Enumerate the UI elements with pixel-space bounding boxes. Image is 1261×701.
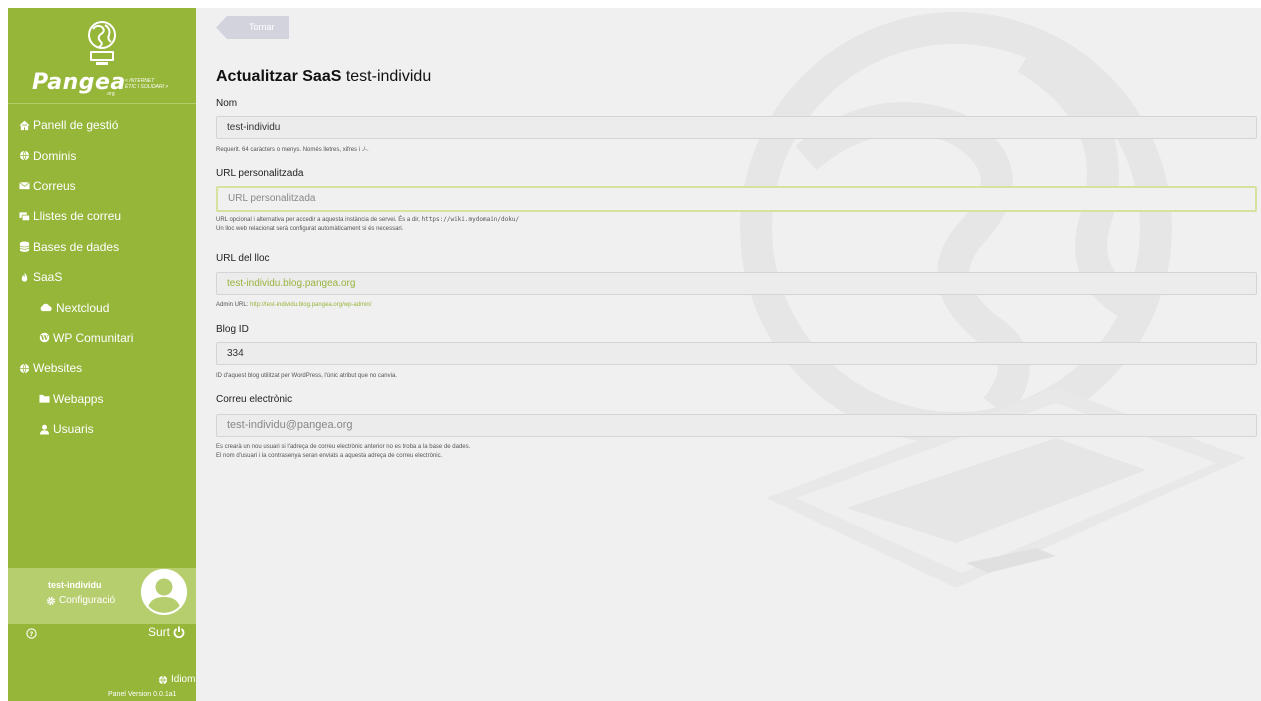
sidebar-item-usuaris[interactable]: Usuaris (8, 414, 196, 444)
back-button[interactable]: Tornar (216, 16, 289, 39)
sidebar-item-wp-comunitari[interactable]: W WP Comunitari (8, 323, 196, 353)
pangea-logo[interactable]: Pangea .org < INTERNET ÈTIC I SOLIDARI > (8, 8, 196, 98)
cloud-icon (40, 303, 52, 312)
email-help-line-2: El nom d'usuari i la contrasenya seran e… (216, 453, 443, 459)
sidebar-item-correus[interactable]: Correus (8, 171, 196, 201)
page-title-object: test-individu (341, 68, 432, 85)
sidebar-item-bases[interactable]: Bases de dades (8, 232, 196, 262)
fire-icon (21, 272, 28, 282)
sidebar-item-label: Correus (33, 178, 76, 193)
site-url-label: URL del lloc (216, 253, 270, 264)
sidebar-item-panell[interactable]: Panell de gestió (8, 110, 196, 140)
admin-url-prefix: Admin URL: (216, 302, 251, 308)
globe-logo-icon (88, 21, 116, 65)
custom-url-help-line-1: URL opcional i alternativa per accedir a… (216, 215, 519, 225)
sidebar-item-label: Dominis (33, 148, 77, 163)
sidebar-nav: Panell de gestió Dominis Correus Llistes… (8, 110, 196, 444)
name-input[interactable]: test-individu (216, 116, 1257, 139)
wordpress-icon: W (40, 333, 50, 343)
globe-icon (19, 150, 30, 161)
brand-tagline: < INTERNET ÈTIC I SOLIDARI > (125, 78, 168, 90)
divider (8, 103, 196, 104)
blog-id-help: ID d'aquest blog utilitzat per WordPress… (216, 373, 397, 379)
globe-icon (158, 675, 168, 684)
user-icon (39, 424, 50, 435)
home-icon (19, 120, 30, 130)
email-help: Es crearà un nou usuari si l'adreça de c… (216, 443, 470, 461)
globe-icon (19, 363, 30, 374)
logout-button[interactable]: Surt (148, 625, 185, 639)
blog-id-label: Blog ID (216, 324, 249, 335)
sidebar: Pangea .org < INTERNET ÈTIC I SOLIDARI >… (8, 8, 201, 701)
sidebar-item-label: Bases de dades (33, 239, 120, 254)
custom-url-label: URL personalitzada (216, 168, 304, 179)
user-avatar-icon (144, 572, 184, 613)
sidebar-item-label: Panell de gestió (33, 118, 119, 133)
avatar[interactable] (141, 569, 187, 615)
username: test-individu (48, 580, 102, 590)
help-icon[interactable]: ? (26, 628, 37, 639)
background-watermark-illustration (740, 12, 1246, 588)
sidebar-item-label: SaaS (33, 270, 63, 285)
brand-suffix: .org (106, 91, 115, 97)
custom-url-help-line-2: Un lloc web relacionat serà configurat a… (216, 226, 404, 232)
settings-link[interactable]: Configuració (46, 595, 115, 606)
sidebar-item-label: Llistes de correu (33, 209, 122, 224)
envelope-icon (19, 182, 30, 190)
version-label: Panel Version 0.0.1a1 (108, 691, 177, 698)
language-selector[interactable]: Idioma (158, 674, 201, 685)
sidebar-item-label: Webapps (53, 391, 104, 406)
custom-url-input[interactable]: URL personalitzada (216, 186, 1257, 212)
sidebar-item-label: Websites (33, 361, 83, 376)
email-help-line-1: Es crearà un nou usuari si l'adreça de c… (216, 444, 471, 450)
settings-label: Configuració (59, 595, 116, 606)
sidebar-item-nextcloud[interactable]: Nextcloud (8, 292, 196, 322)
custom-url-help-text: URL opcional i alternativa per accedir a… (216, 217, 422, 223)
sidebar-item-webapps[interactable]: Webapps (8, 384, 196, 414)
sidebar-item-label: Usuaris (53, 422, 94, 437)
gear-icon (46, 596, 56, 605)
sidebar-item-label: WP Comunitari (53, 330, 134, 345)
database-icon (19, 241, 30, 253)
power-icon (173, 626, 185, 638)
email-label: Correu electrònic (216, 394, 293, 405)
main-content: Tornar Actualitzar SaaS test-individu No… (196, 8, 1261, 701)
admin-url-link[interactable]: http://test-individu.blog.pangea.org/wp-… (250, 302, 371, 308)
mailing-list-icon (19, 212, 30, 221)
page-title: Actualitzar SaaS test-individu (216, 68, 431, 86)
blog-id-input[interactable]: 334 (216, 342, 1257, 365)
sidebar-item-saas[interactable]: SaaS (8, 262, 196, 292)
sidebar-item-llistes[interactable]: Llistes de correu (8, 201, 196, 231)
custom-url-help: URL opcional i alternativa per accedir a… (216, 215, 519, 234)
name-label: Nom (216, 98, 238, 109)
folder-icon (39, 395, 50, 403)
user-panel: test-individu Configuració (8, 568, 196, 624)
sidebar-item-dominis[interactable]: Dominis (8, 140, 196, 170)
custom-url-help-example: https://wiki.mydomain/doku/ (421, 216, 520, 223)
back-button-label: Tornar (249, 22, 275, 32)
name-help: Requerit. 64 caràcters o menys. Només ll… (216, 147, 369, 153)
tagline-line-2: ÈTIC I SOLIDARI > (125, 84, 169, 90)
email-input[interactable]: test-individu@pangea.org (216, 414, 1257, 437)
svg-text:?: ? (30, 630, 34, 638)
sidebar-item-label: Nextcloud (56, 300, 110, 315)
logout-label: Surt (148, 625, 171, 639)
page-title-action: Actualitzar SaaS (216, 68, 342, 85)
site-url-input[interactable]: test-individu.blog.pangea.org (216, 272, 1257, 295)
sidebar-item-websites[interactable]: Websites (8, 353, 196, 383)
svg-text:W: W (40, 334, 49, 342)
site-url-help: Admin URL: http://test-individu.blog.pan… (216, 301, 371, 310)
